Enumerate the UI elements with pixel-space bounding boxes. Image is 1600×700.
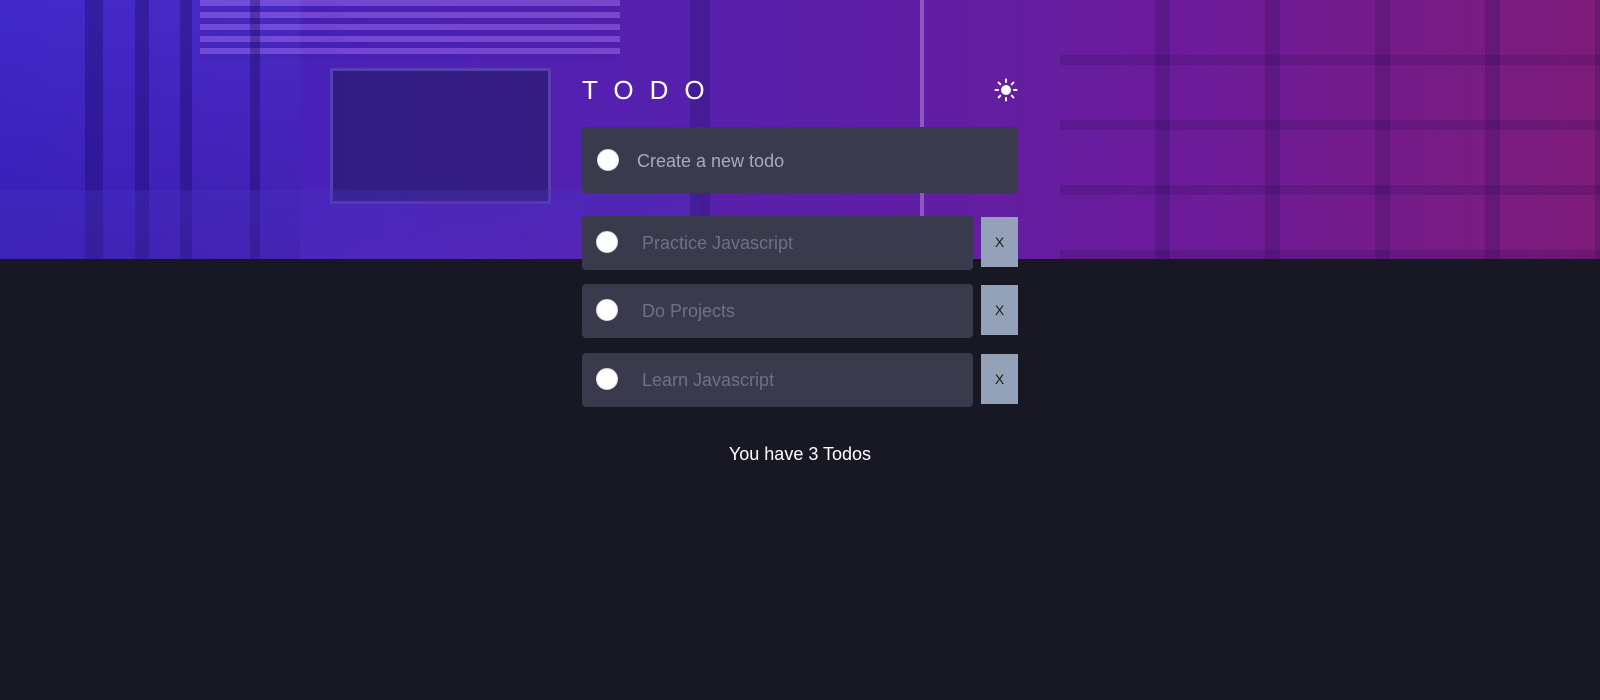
todo-text: Practice Javascript: [642, 233, 794, 253]
todo-item-box: Learn Javascript: [582, 353, 973, 407]
hero-doorway: [330, 68, 551, 204]
new-todo-checkbox[interactable]: [597, 149, 619, 171]
new-todo-input[interactable]: [635, 145, 999, 177]
todo-text: Learn Javascript: [642, 370, 775, 390]
delete-todo-button[interactable]: X: [981, 354, 1018, 404]
todo-item: Do Projects X: [582, 284, 1018, 338]
todo-item: Learn Javascript X: [582, 353, 1018, 407]
header: TODO: [582, 72, 1018, 108]
todo-count: You have 3 Todos: [728, 444, 872, 464]
todo-item-box: Practice Javascript: [582, 216, 973, 270]
todo-text: Do Projects: [642, 301, 736, 321]
todo-checkbox[interactable]: [596, 368, 618, 390]
hero-stone-wall: [1060, 0, 1600, 259]
page-title: TODO: [582, 75, 721, 105]
sun-icon[interactable]: [994, 78, 1018, 102]
todo-item-box: Do Projects: [582, 284, 973, 338]
todo-item: Practice Javascript X: [582, 216, 1018, 270]
new-todo-field: [582, 127, 1018, 193]
todo-checkbox[interactable]: [596, 231, 618, 253]
hero-ceiling-lights: [200, 0, 620, 60]
todo-app: TODO Create a new todo Practice Javascri…: [0, 0, 1600, 700]
todo-checkbox[interactable]: [596, 299, 618, 321]
delete-todo-button[interactable]: X: [981, 217, 1018, 267]
delete-todo-button[interactable]: X: [981, 285, 1018, 335]
